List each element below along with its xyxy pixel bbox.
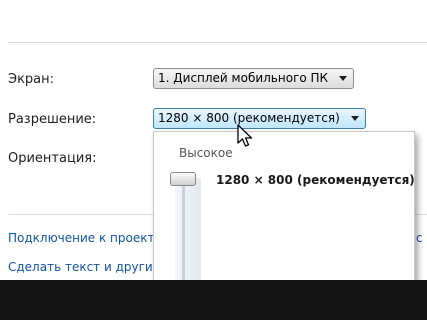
- resolution-select[interactable]: 1280 × 800 (рекомендуется): [153, 108, 366, 129]
- dropdown-group-label: Высокое: [179, 146, 233, 160]
- mouse-cursor-icon: [237, 124, 253, 147]
- orientation-label: Ориентация:: [8, 151, 97, 166]
- top-divider: [8, 42, 427, 43]
- resolution-label: Разрешение:: [8, 112, 97, 127]
- bottom-letterbox: [0, 280, 427, 320]
- chevron-down-icon: [351, 116, 359, 121]
- resolution-slider-thumb[interactable]: [170, 172, 196, 186]
- right-link-fragment[interactable]: с: [416, 231, 423, 245]
- resolution-slider-track[interactable]: [175, 178, 201, 280]
- resolution-slider-line: [182, 180, 185, 280]
- display-settings-panel: Экран: 1. Дисплей мобильного ПК Разрешен…: [0, 0, 427, 280]
- resolution-option-label[interactable]: 1280 × 800 (рекомендуется): [216, 173, 415, 187]
- text-size-link[interactable]: Сделать текст и другие: [8, 260, 160, 274]
- resolution-select-value: 1280 × 800 (рекомендуется): [158, 111, 340, 125]
- screen-select[interactable]: 1. Дисплей мобильного ПК: [153, 68, 354, 89]
- resolution-dropdown: Высокое 1280 × 800 (рекомендуется): [153, 131, 415, 280]
- screen-select-value: 1. Дисплей мобильного ПК: [158, 71, 329, 85]
- screen-label: Экран:: [8, 72, 55, 87]
- chevron-down-icon: [339, 76, 347, 81]
- connect-projector-link[interactable]: Подключение к проект: [8, 231, 154, 245]
